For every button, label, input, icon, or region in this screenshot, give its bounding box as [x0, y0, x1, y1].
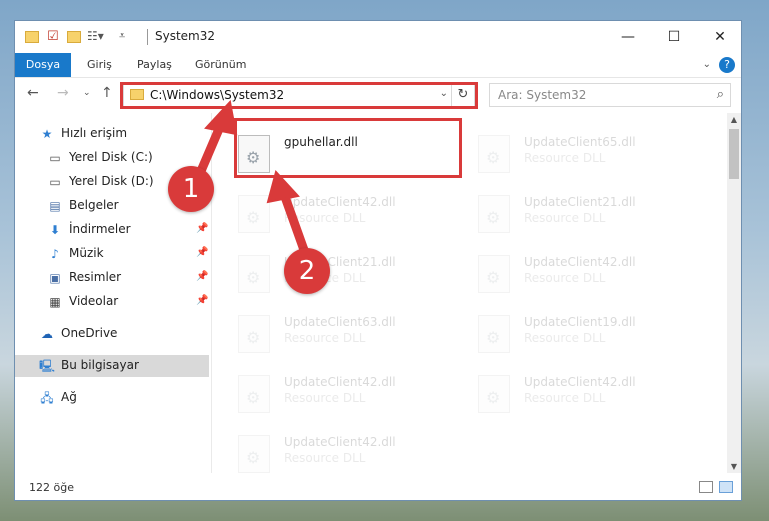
arrow-2-head	[266, 169, 300, 204]
arrow-1-head	[204, 99, 238, 136]
step-badge-2: 2	[284, 248, 330, 294]
annotation-arrows	[193, 99, 309, 255]
arrow-2-shaft	[279, 189, 309, 255]
step-badge-1: 1	[168, 166, 214, 212]
